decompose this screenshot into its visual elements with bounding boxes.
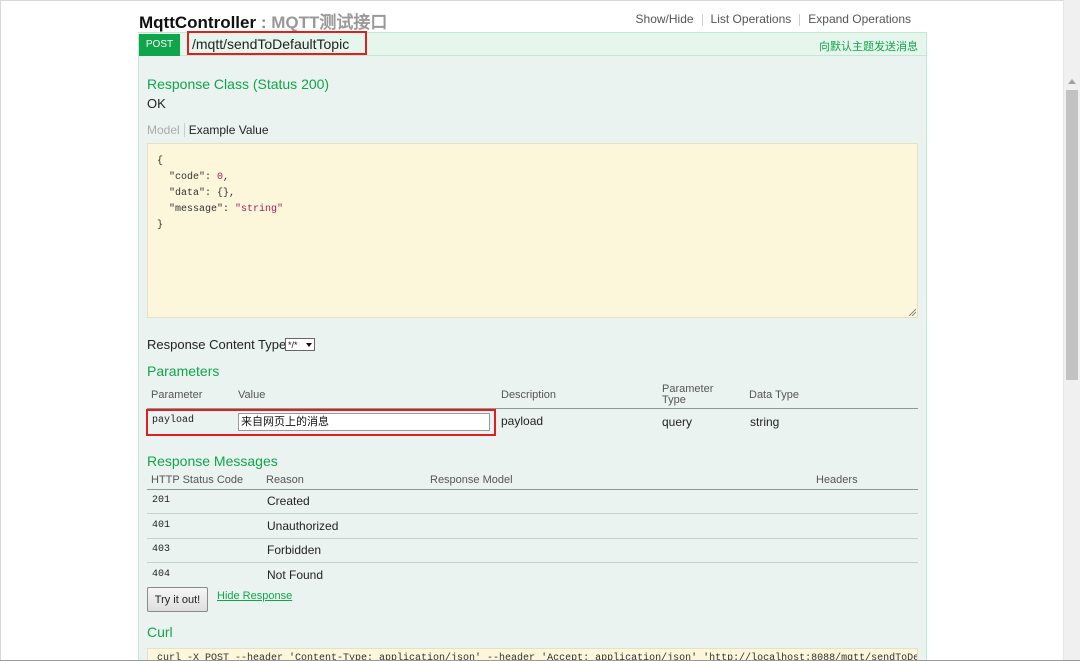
col-value: Value (238, 389, 266, 401)
expand-operations-link[interactable]: Expand Operations (801, 12, 918, 26)
tab-example-value[interactable]: Example Value (185, 123, 269, 137)
parameters-heading: Parameters (147, 363, 220, 379)
curl-heading: Curl (147, 624, 173, 640)
scroll-thumb[interactable] (1066, 90, 1078, 380)
col-parameter-type-line2: Type (662, 394, 686, 406)
response-class-heading: Response Class (Status 200) (147, 76, 330, 92)
operation-summary-link[interactable]: 向默认主题发送消息 (819, 38, 918, 54)
json-message-key: "message": (157, 204, 236, 215)
json-comma: , (223, 172, 230, 183)
response-messages-heading: Response Messages (147, 453, 278, 469)
param-highlight-box (146, 409, 496, 436)
json-data-line: "data": {}, (157, 188, 236, 199)
status-code-403: 403 (152, 544, 171, 555)
json-close-brace: } (157, 220, 164, 231)
reason-not-found: Not Found (267, 568, 324, 582)
col-parameter: Parameter (151, 389, 203, 401)
json-code-key: "code": (157, 172, 218, 183)
table-row-divider (147, 513, 918, 514)
json-message-value: "string" (235, 204, 284, 215)
col-response-model: Response Model (430, 474, 513, 486)
col-description: Description (501, 389, 557, 401)
path-highlight-box (187, 31, 367, 55)
show-hide-link[interactable]: Show/Hide (629, 12, 701, 26)
link-divider (701, 13, 703, 26)
col-data-type: Data Type (749, 389, 799, 401)
col-headers: Headers (816, 474, 858, 486)
response-content-type-select[interactable]: */* (285, 338, 315, 351)
reason-forbidden: Forbidden (267, 543, 322, 557)
reason-unauthorized: Unauthorized (267, 519, 339, 533)
window-top-border (0, 0, 1080, 1)
controller-links: Show/Hide List Operations Expand Operation… (629, 12, 918, 26)
reason-created: Created (267, 494, 310, 508)
controller-separator: : (256, 13, 272, 32)
chevron-down-icon (306, 343, 312, 347)
link-divider (799, 13, 801, 26)
param-description: payload (501, 414, 544, 428)
tab-model[interactable]: Model (147, 123, 185, 137)
controller-title[interactable]: MqttController : MQTT测试接口 (139, 8, 387, 33)
scroll-up-arrow-icon[interactable] (1068, 79, 1076, 84)
status-code-401: 401 (152, 520, 171, 531)
status-code-201: 201 (152, 495, 171, 506)
list-operations-link[interactable]: List Operations (704, 12, 799, 26)
param-data-type: string (750, 415, 780, 429)
try-it-out-button[interactable]: Try it out! (147, 587, 208, 612)
table-row-divider (147, 538, 918, 539)
resize-grip-icon[interactable] (908, 308, 916, 316)
status-code-404: 404 (152, 569, 171, 580)
json-open-brace: { (157, 156, 164, 167)
hide-response-link[interactable]: Hide Response (217, 590, 292, 602)
col-reason: Reason (266, 474, 304, 486)
window-left-border (0, 0, 1, 661)
controller-name: MqttController (139, 13, 257, 32)
col-status-code: HTTP Status Code (151, 474, 244, 486)
controller-description: MQTT测试接口 (271, 13, 388, 32)
response-class-value: OK (147, 96, 166, 111)
param-type: query (662, 415, 693, 429)
table-row-divider (147, 562, 918, 563)
response-content-type-label: Response Content Type (147, 337, 287, 352)
vertical-scrollbar[interactable] (1063, 0, 1080, 661)
response-content-type-value: */* (288, 340, 298, 350)
example-json: { "code": 0, "data": {}, "message": "str… (157, 154, 283, 234)
http-method-badge[interactable]: POST (139, 34, 180, 56)
response-header-divider (147, 489, 918, 490)
model-tabs: Model Example Value (147, 123, 269, 137)
col-parameter-type: Parameter Type (662, 384, 713, 406)
